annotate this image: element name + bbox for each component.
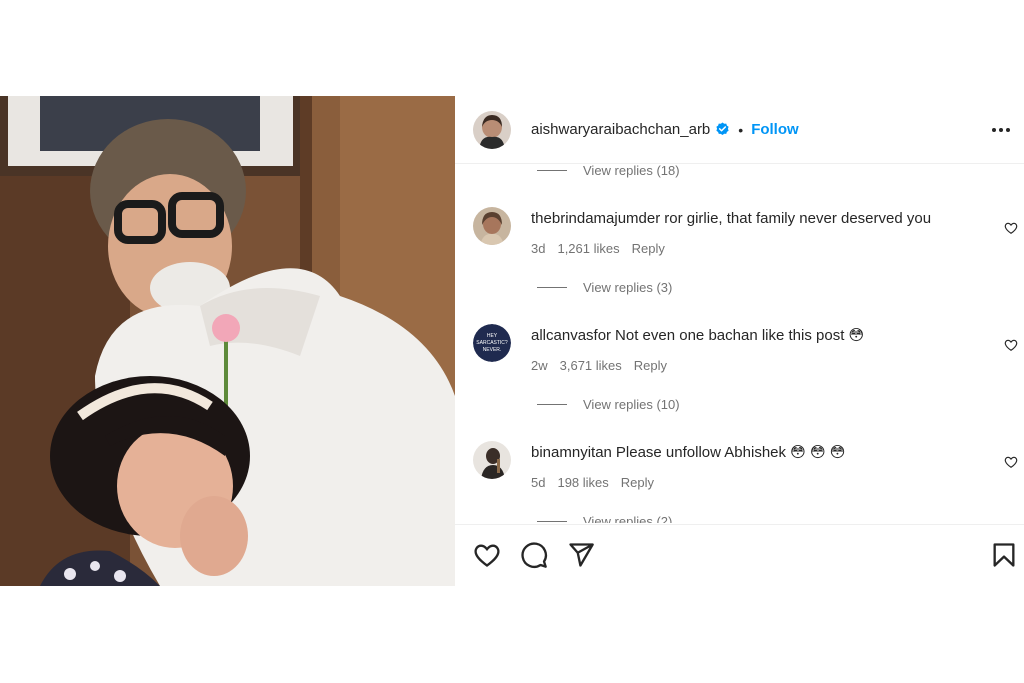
commenter-username[interactable]: thebrindamajumder bbox=[531, 210, 660, 227]
bookmark-icon[interactable] bbox=[990, 541, 1018, 569]
share-icon[interactable] bbox=[567, 541, 595, 569]
view-replies-label: View replies (10) bbox=[583, 397, 680, 412]
reply-button[interactable]: Reply bbox=[632, 241, 665, 256]
commenter-avatar[interactable] bbox=[473, 207, 511, 245]
more-options-icon[interactable] bbox=[990, 120, 1012, 140]
view-replies-button[interactable]: View replies (2) bbox=[537, 514, 672, 523]
author-username[interactable]: aishwaryaraibachchan_arb bbox=[531, 121, 710, 138]
comment-meta: 5d 198 likes Reply bbox=[531, 475, 654, 490]
comment-text: allcanvasfor Not even one bachan like thi… bbox=[531, 326, 971, 346]
comment-text: binamnyitan Please unfollow Abhishek 😳 😳 … bbox=[531, 443, 971, 463]
reply-button[interactable]: Reply bbox=[634, 358, 667, 373]
heart-icon[interactable] bbox=[1004, 338, 1018, 352]
commenter-avatar[interactable] bbox=[473, 441, 511, 479]
view-replies-button[interactable]: View replies (10) bbox=[537, 397, 680, 412]
view-replies-button[interactable]: View replies (18) bbox=[537, 165, 680, 178]
post-photo bbox=[0, 96, 455, 586]
view-replies-line bbox=[537, 170, 567, 171]
author-avatar[interactable] bbox=[473, 110, 511, 149]
reply-button[interactable]: Reply bbox=[621, 475, 654, 490]
comment-age: 2w bbox=[531, 358, 548, 373]
comment-likes[interactable]: 1,261 likes bbox=[557, 241, 619, 256]
comment-message: ror girlie, that family never deserved y… bbox=[664, 210, 932, 227]
heart-icon[interactable] bbox=[1004, 455, 1018, 469]
post-header: aishwaryaraibachchan_arb • Follow bbox=[455, 96, 1024, 164]
avatar-text-line: HEY bbox=[487, 333, 498, 339]
comment-meta: 3d 1,261 likes Reply bbox=[531, 241, 665, 256]
comment-likes[interactable]: 3,671 likes bbox=[560, 358, 622, 373]
verified-badge-icon bbox=[716, 122, 729, 136]
comment-icon[interactable] bbox=[520, 541, 548, 569]
commenter-avatar[interactable]: HEY SARCASTIC? NEVER. bbox=[473, 324, 511, 362]
view-replies-button[interactable]: View replies (3) bbox=[537, 280, 672, 295]
commenter-username[interactable]: binamnyitan bbox=[531, 444, 612, 461]
view-replies-label: View replies (2) bbox=[583, 514, 673, 523]
comment-age: 5d bbox=[531, 475, 546, 490]
post-actions-bar bbox=[455, 524, 1024, 586]
comment-meta: 2w 3,671 likes Reply bbox=[531, 358, 667, 373]
heart-icon[interactable] bbox=[1004, 221, 1018, 235]
comment-message: Not even one bachan like this post 😳 bbox=[615, 327, 865, 344]
commenter-username[interactable]: allcanvasfor bbox=[531, 327, 611, 344]
avatar-text-line: SARCASTIC? bbox=[476, 340, 508, 346]
view-replies-label: View replies (18) bbox=[583, 165, 680, 178]
avatar-text-line: NEVER. bbox=[483, 347, 502, 353]
comment-likes[interactable]: 198 likes bbox=[557, 475, 608, 490]
comment-age: 3d bbox=[531, 241, 546, 256]
comments-list: View replies (18) thebrindamajumder ror g… bbox=[455, 165, 1024, 523]
comment-message: Please unfollow Abhishek 😳 😳 😳 bbox=[615, 444, 846, 461]
view-replies-line bbox=[537, 521, 567, 522]
view-replies-line bbox=[537, 287, 567, 288]
post-details-panel: aishwaryaraibachchan_arb • Follow View r… bbox=[455, 96, 1024, 586]
heart-icon[interactable] bbox=[473, 541, 501, 569]
view-replies-line bbox=[537, 404, 567, 405]
header-separator: • bbox=[738, 121, 744, 138]
view-replies-label: View replies (3) bbox=[583, 280, 673, 295]
comment-text: thebrindamajumder ror girlie, that family… bbox=[531, 209, 971, 229]
follow-button[interactable]: Follow bbox=[751, 121, 799, 138]
